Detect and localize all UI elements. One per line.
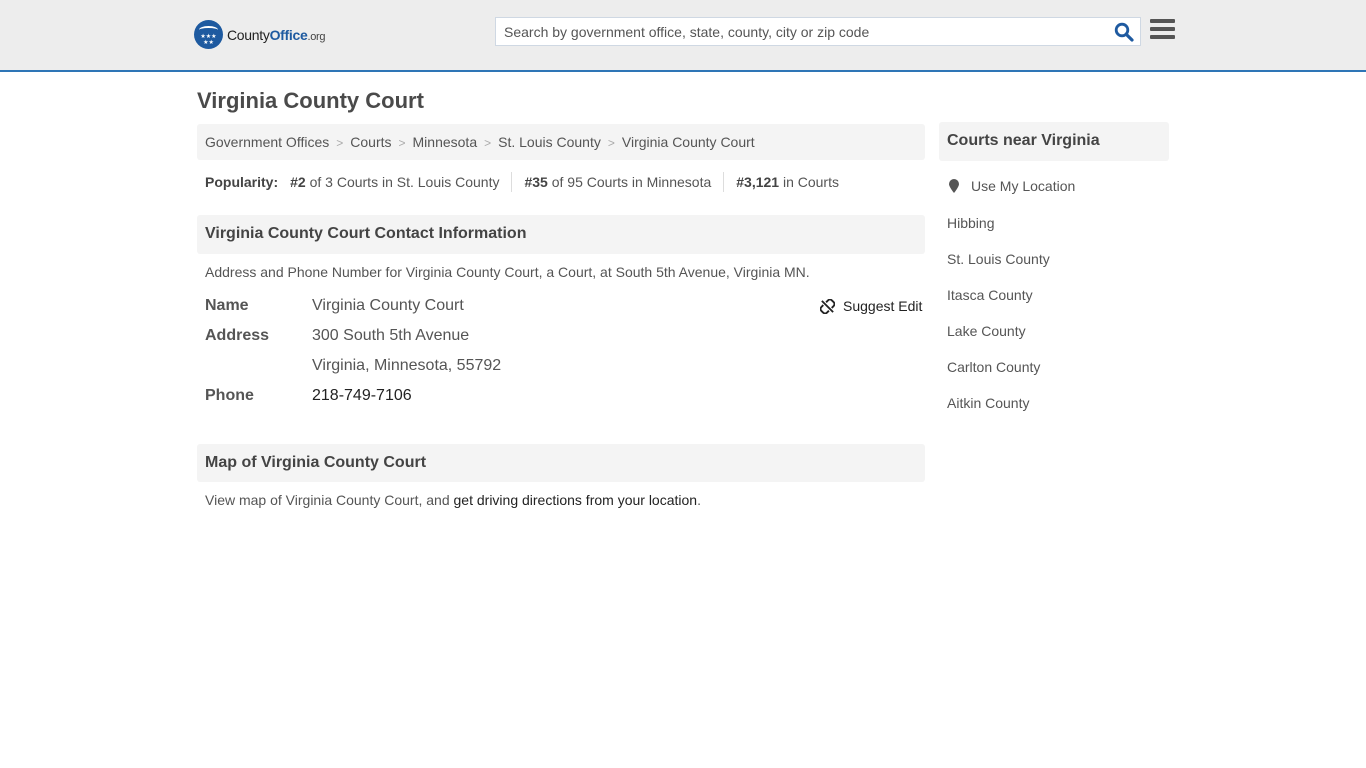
suggest-edit-button[interactable]: Suggest Edit	[820, 298, 922, 314]
map-pin-icon	[949, 179, 959, 193]
map-heading: Map of Virginia County Court	[197, 444, 925, 482]
name-value: Virginia County Court	[312, 297, 464, 314]
sidebar-heading: Courts near Virginia	[939, 122, 1169, 161]
sidebar-link-lake-county[interactable]: Lake County	[947, 323, 1026, 339]
address-line2: Virginia, Minnesota, 55792	[312, 357, 502, 374]
popularity-item: #3,121 in Courts	[723, 172, 851, 192]
breadcrumb-separator: >	[398, 136, 406, 150]
phone-link[interactable]: 218-749-7106	[312, 387, 412, 404]
broken-link-icon	[820, 298, 835, 314]
search-input[interactable]	[496, 18, 1106, 45]
sidebar-link[interactable]: Lake County	[947, 323, 1026, 339]
search-box	[495, 17, 1141, 46]
search-icon	[1114, 22, 1134, 42]
breadcrumb: Government Offices > Courts > Minnesota > St. …	[197, 124, 925, 160]
breadcrumb-item[interactable]: Minnesota	[413, 134, 478, 150]
sidebar-link[interactable]: Hibbing	[947, 215, 994, 231]
page-title: Virginia County Court	[197, 88, 424, 113]
suggest-edit-link[interactable]: Suggest Edit	[843, 298, 922, 314]
sidebar-link-carlton-county[interactable]: Carlton County	[947, 359, 1040, 375]
name-label: Name	[205, 297, 249, 314]
site-logo[interactable]: ★★★ ★★ CountyOffice.org	[194, 20, 326, 49]
map-description: View map of Virginia County Court, and g…	[205, 492, 701, 508]
sidebar-link[interactable]: St. Louis County	[947, 251, 1050, 267]
driving-directions-link[interactable]: get driving directions from your locatio…	[454, 492, 698, 508]
breadcrumb-item[interactable]: Government Offices	[205, 134, 329, 150]
contact-description: Address and Phone Number for Virginia Co…	[205, 264, 810, 280]
use-my-location-link[interactable]: Use My Location	[971, 178, 1075, 194]
sidebar-link[interactable]: Aitkin County	[947, 395, 1029, 411]
sidebar-link[interactable]: Itasca County	[947, 287, 1033, 303]
breadcrumb-separator: >	[484, 136, 492, 150]
hamburger-menu-icon	[1150, 19, 1175, 23]
sidebar-link-hibbing[interactable]: Hibbing	[947, 215, 994, 231]
breadcrumb-item[interactable]: St. Louis County	[498, 134, 601, 150]
sidebar-link[interactable]: Carlton County	[947, 359, 1040, 375]
sidebar-link-st-louis-county[interactable]: St. Louis County	[947, 251, 1050, 267]
hamburger-menu-button[interactable]	[1150, 19, 1175, 41]
breadcrumb-current: Virginia County Court	[621, 134, 755, 150]
sidebar-link-itasca-county[interactable]: Itasca County	[947, 287, 1033, 303]
contact-heading: Virginia County Court Contact Informatio…	[197, 215, 925, 254]
breadcrumb-separator: >	[607, 136, 615, 150]
breadcrumb-item[interactable]: Courts	[350, 134, 391, 150]
eagle-stars-icon: ★★★ ★★	[194, 20, 223, 49]
address-label: Address	[205, 327, 270, 344]
address-line1: 300 South 5th Avenue	[312, 327, 470, 344]
sidebar-link-aitkin-county[interactable]: Aitkin County	[947, 395, 1029, 411]
site-header: ★★★ ★★ CountyOffice.org	[0, 0, 1366, 72]
popularity-label: Popularity:	[205, 174, 279, 190]
use-my-location[interactable]: Use My Location	[947, 178, 1075, 194]
breadcrumb-separator: >	[336, 136, 344, 150]
phone-label: Phone	[205, 387, 254, 404]
popularity-item: #35 of 95 Courts in Minnesota	[511, 172, 723, 192]
search-button[interactable]	[1114, 22, 1134, 42]
popularity-item: #2 of 3 Courts in St. Louis County	[290, 174, 500, 190]
popularity-bar: Popularity: #2 of 3 Courts in St. Louis …	[205, 172, 851, 192]
logo-text: CountyOffice.org	[227, 26, 326, 43]
